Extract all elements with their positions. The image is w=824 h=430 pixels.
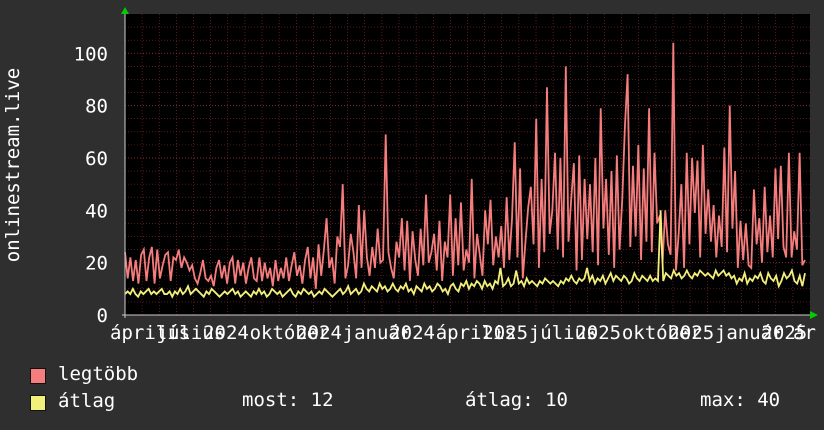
y-tick-label: 20 [85,253,108,275]
stat-avg: átlag: 10 [465,389,568,411]
y-tick-label: 60 [85,148,108,170]
y-axis-label: onlinestream.live [2,68,24,262]
x-axis-arrow-icon [810,311,818,319]
y-tick-label: 0 [97,305,108,327]
x-tick-label: 2024 [296,322,342,344]
stat-max: max: 40 [700,389,781,411]
stat-now: most: 12 [242,389,334,411]
x-tick-label: 2025 [575,322,621,344]
x-tick-label: 2024 [203,322,249,344]
y-tick-label: 40 [85,200,108,222]
y-axis-arrow-icon [121,7,129,14]
area-chart: 0 20 40 60 80 100 áprilisjúlius2024 október202… [2,7,824,344]
y-tick-label: 80 [85,96,108,118]
chart-panel: 0 20 40 60 80 100 április július 2024 október 202… [0,0,824,430]
x-axis-ticks: áprilisjúlius2024 október2024 január2024 áp… [110,322,824,344]
x-tick-label: ár 20 [793,322,824,344]
legend-swatch-max [30,368,46,384]
legend-swatch-avg [30,395,46,411]
x-tick-label: 2025 [668,322,714,344]
y-axis-ticks: 0 20 40 60 80 100 [74,43,108,327]
y-tick-label: 100 [74,43,108,65]
x-tick-label: 2024 [389,322,435,344]
grid [125,14,810,315]
legend-label-max: legtöbb [58,363,139,385]
x-tick-label: 2025 [482,322,528,344]
legend-label-avg: átlag [58,390,116,412]
